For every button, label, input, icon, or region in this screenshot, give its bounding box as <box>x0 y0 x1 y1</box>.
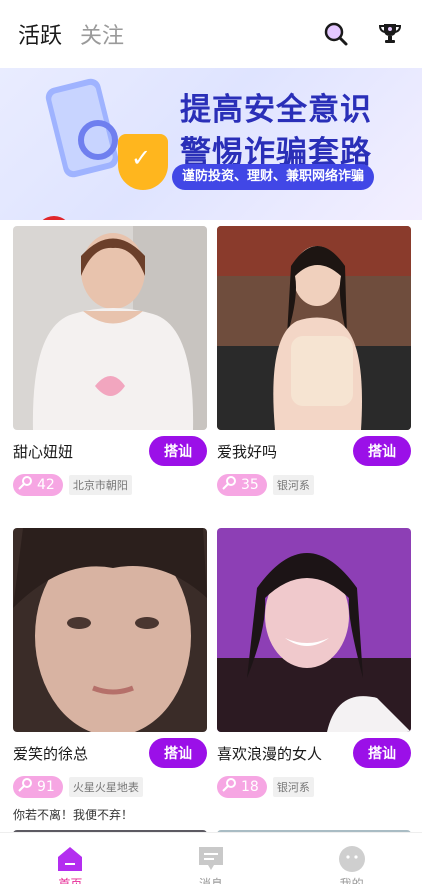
shield-icon <box>118 134 168 190</box>
banner-subtitle: 谨防投资、理财、兼职网络诈骗 <box>172 164 375 190</box>
card-meta-row: 35 银河系 <box>217 472 411 498</box>
chat-button[interactable]: 搭讪 <box>353 436 411 466</box>
tab-following[interactable]: 关注 <box>80 18 124 50</box>
chat-button[interactable]: 搭讪 <box>353 738 411 768</box>
user-photo[interactable] <box>217 226 411 430</box>
score-value: 18 <box>241 779 259 795</box>
user-nickname: 甜心妞妞 <box>13 442 74 461</box>
card-name-row: 爱我好吗 搭讪 <box>217 430 411 472</box>
location-tag: 火星火星地表 <box>68 777 143 797</box>
user-photo[interactable] <box>217 528 411 732</box>
user-nickname: 爱我好吗 <box>217 442 278 461</box>
header-actions <box>322 20 404 48</box>
key-icon <box>17 475 33 495</box>
profile-icon <box>338 845 366 873</box>
user-card[interactable]: 爱我好吗 搭讪 35 银河系 <box>217 226 411 498</box>
user-feed: 甜心妞妞 搭讪 42 北京市朝阳 爱我好吗 搭讪 35 银河系 爱笑的徐总 搭讪… <box>0 220 422 832</box>
key-icon <box>17 777 33 797</box>
card-meta-row: 42 北京市朝阳 <box>13 472 207 498</box>
home-icon <box>56 845 84 873</box>
user-photo[interactable] <box>13 226 207 430</box>
user-card[interactable]: 喜欢浪漫的女人 搭讪 18 银河系 <box>217 528 411 800</box>
bottom-nav: 首页 消息 我的 <box>0 832 422 884</box>
score-value: 91 <box>37 779 55 795</box>
score-value: 35 <box>241 477 259 493</box>
score-badge: 91 <box>13 776 63 798</box>
app-root: 活跃 关注 ✓ 提高安全意识 警惕诈骗套路 谨防投资、理财、兼职网络诈骗 甜心妞… <box>0 0 422 884</box>
top-bar: 活跃 关注 <box>0 0 422 68</box>
chat-button[interactable]: 搭讪 <box>149 738 207 768</box>
tab-active[interactable]: 活跃 <box>18 18 62 50</box>
card-meta-row: 18 银河系 <box>217 774 411 800</box>
user-signature: 你若不离！我便不弃！ <box>13 808 134 822</box>
search-icon[interactable] <box>322 20 350 48</box>
nav-home[interactable]: 首页 <box>0 833 141 884</box>
location-tag: 银河系 <box>272 475 314 495</box>
user-nickname: 喜欢浪漫的女人 <box>217 744 323 763</box>
nav-label: 首页 <box>58 877 83 884</box>
score-badge: 42 <box>13 474 63 496</box>
location-tag: 北京市朝阳 <box>68 475 132 495</box>
user-card[interactable]: 甜心妞妞 搭讪 42 北京市朝阳 <box>13 226 207 498</box>
score-badge: 18 <box>217 776 267 798</box>
card-name-row: 甜心妞妞 搭讪 <box>13 430 207 472</box>
key-icon <box>221 475 237 495</box>
nav-messages[interactable]: 消息 <box>141 833 282 884</box>
key-icon <box>221 777 237 797</box>
magnifier-icon <box>78 120 118 160</box>
trophy-icon[interactable] <box>376 20 404 48</box>
safety-banner[interactable]: 提高安全意识 警惕诈骗套路 谨防投资、理财、兼职网络诈骗 <box>0 68 422 220</box>
chat-button[interactable]: 搭讪 <box>149 436 207 466</box>
user-card[interactable]: 爱笑的徐总 搭讪 91 火星火星地表 你若不离！我便不弃！ <box>13 528 207 823</box>
user-photo[interactable] <box>13 528 207 732</box>
score-value: 42 <box>37 477 55 493</box>
card-meta-row: 91 火星火星地表 <box>13 774 207 800</box>
banner-title-1: 提高安全意识 <box>180 92 372 128</box>
card-name-row: 喜欢浪漫的女人 搭讪 <box>217 732 411 774</box>
card-name-row: 爱笑的徐总 搭讪 <box>13 732 207 774</box>
nav-label: 消息 <box>199 877 224 884</box>
nav-label: 我的 <box>339 877 364 884</box>
score-badge: 35 <box>217 474 267 496</box>
nav-profile[interactable]: 我的 <box>281 833 422 884</box>
message-icon <box>197 845 225 873</box>
location-tag: 银河系 <box>272 777 314 797</box>
user-nickname: 爱笑的徐总 <box>13 744 89 763</box>
